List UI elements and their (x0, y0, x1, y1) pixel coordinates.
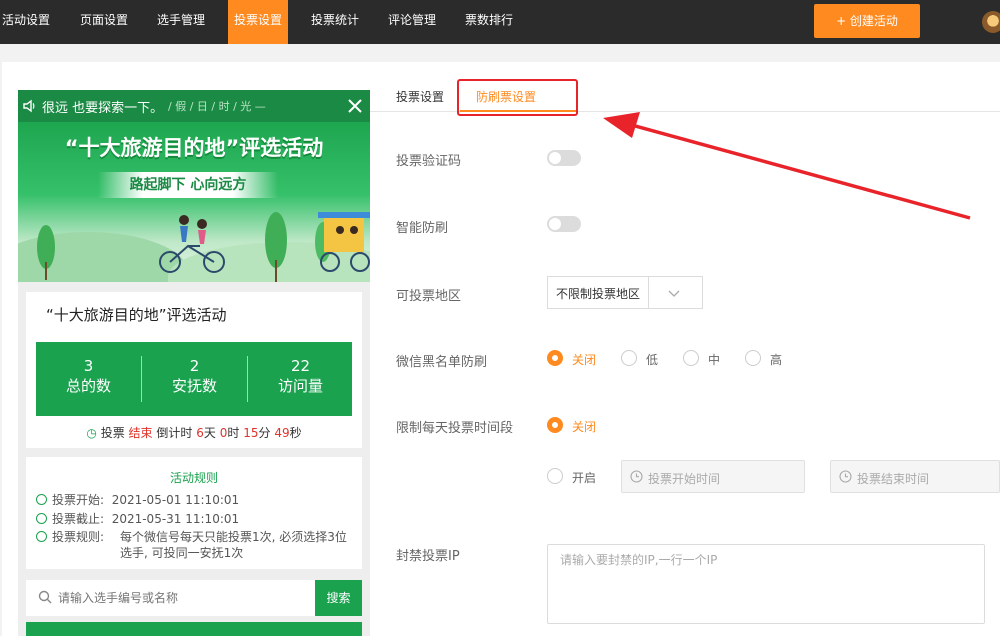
start-time-placeholder: 投票开始时间 (648, 472, 721, 486)
speaker-icon[interactable] (22, 98, 38, 114)
region-label: 可投票地区 (396, 289, 462, 304)
start-time-input[interactable]: 投票开始时间 (621, 460, 805, 493)
stat-visits: 22 访问量 (248, 356, 353, 396)
rule-desc-label: 投票规则: (52, 530, 105, 544)
search-bar: 搜索 (26, 580, 362, 616)
region-select[interactable]: 不限制投票地区 (547, 276, 703, 309)
countdown-minutes: 15 (243, 426, 259, 440)
countdown-prefix: 投票 (100, 426, 125, 440)
music-title: 很远 也要探索一下。 (42, 101, 164, 116)
end-time-placeholder: 投票结束时间 (857, 472, 930, 486)
countdown-hours-unit: 时 (227, 426, 240, 440)
phone-bottom-strip (26, 622, 362, 636)
ip-ban-label: 封禁投票IP (396, 549, 460, 564)
rule-desc-value: 每个微信号每天只能投票1次, 必须选择3位选手, 可投同一安抚1次 (120, 530, 347, 560)
countdown-status: 结束 (128, 426, 153, 440)
chevron-down-icon[interactable] (667, 286, 681, 300)
blacklist-radio-medium[interactable] (683, 350, 699, 366)
blacklist-radio-off-label: 关闭 (572, 353, 597, 367)
region-select-value: 不限制投票地区 (556, 287, 641, 301)
avatar[interactable] (982, 11, 1000, 33)
nav-item-contestant-management[interactable]: 选手管理 (157, 0, 205, 44)
stats-card: “十大旅游目的地”评选活动 3 总的数 2 安抚数 22 访问量 ◷ 投票 结束… (26, 292, 362, 448)
nav-item-vote-ranking[interactable]: 票数排行 (465, 0, 513, 44)
blacklist-radio-low-label: 低 (646, 353, 659, 367)
clock-icon (630, 470, 643, 483)
countdown-seconds: 49 (274, 426, 290, 440)
nav-item-vote-stats[interactable]: 投票统计 (311, 0, 359, 44)
rule-start-label: 投票开始: (52, 493, 105, 507)
timespan-radio-on-label: 开启 (572, 471, 597, 485)
rules-card: 活动规则 投票开始: 2021-05-01 11:10:01 投票截止: 202… (26, 457, 362, 569)
stats-box: 3 总的数 2 安抚数 22 访问量 (36, 342, 352, 416)
blacklist-label: 微信黑名单防刷 (396, 355, 488, 370)
rule-start: 投票开始: 2021-05-01 11:10:01 (36, 491, 239, 508)
event-title: “十大旅游目的地”评选活动 (46, 306, 227, 324)
end-time-input[interactable]: 投票结束时间 (830, 460, 1000, 493)
countdown-seconds-unit: 秒 (289, 426, 302, 440)
clock-icon (839, 470, 852, 483)
countdown: ◷ 投票 结束 倒计时 6天 0时 15分 49秒 (26, 424, 362, 441)
ip-ban-textarea[interactable] (547, 544, 985, 624)
clock-icon: ◷ (86, 426, 97, 440)
create-activity-button[interactable]: + 创建活动 (814, 4, 920, 38)
rule-end: 投票截止: 2021-05-31 11:10:01 (36, 510, 239, 527)
countdown-days: 6 (196, 426, 204, 440)
stat-comfort-value: 2 (189, 357, 200, 375)
blacklist-radio-high-label: 高 (770, 353, 783, 367)
captcha-toggle[interactable] (547, 150, 581, 166)
banner-illustration (37, 212, 370, 282)
smart-anti-fraud-label: 智能防刷 (396, 221, 449, 236)
countdown-label: 倒计时 (156, 426, 193, 440)
blacklist-radio-low[interactable] (621, 350, 637, 366)
smart-anti-fraud-toggle[interactable] (547, 216, 581, 232)
phone-preview: 很远 也要探索一下。 / 假 / 日 / 时 / 光 — “十大旅游目的地”评选… (18, 90, 370, 636)
search-button[interactable]: 搜索 (315, 580, 362, 616)
timespan-radio-off-label: 关闭 (572, 420, 597, 434)
clock-icon (36, 531, 47, 542)
blacklist-radio-high[interactable] (745, 350, 761, 366)
captcha-label: 投票验证码 (396, 154, 462, 169)
close-icon[interactable] (346, 97, 364, 115)
countdown-minutes-unit: 分 (258, 426, 271, 440)
nav-item-comment-management[interactable]: 评论管理 (388, 0, 436, 44)
clock-icon (36, 513, 47, 524)
stat-visits-label: 访问量 (277, 377, 323, 395)
stat-visits-value: 22 (290, 357, 311, 375)
nav-item-vote-settings[interactable]: 投票设置 (228, 0, 289, 44)
search-input[interactable] (58, 588, 308, 608)
countdown-days-unit: 天 (203, 426, 216, 440)
nav-item-activity-settings[interactable]: 活动设置 (2, 0, 50, 44)
divider (648, 277, 649, 308)
rules-title: 活动规则 (169, 471, 218, 485)
nav-item-page-settings[interactable]: 页面设置 (80, 0, 128, 44)
rule-end-value: 2021-05-31 11:10:01 (111, 512, 240, 526)
timespan-radio-on[interactable] (547, 468, 563, 484)
rule-start-value: 2021-05-01 11:10:01 (111, 493, 240, 507)
rule-end-label: 投票截止: (52, 512, 105, 526)
stat-comfort: 2 安抚数 (142, 356, 247, 396)
stat-comfort-label: 安抚数 (171, 377, 217, 395)
annotation-highlight-box (457, 79, 578, 116)
top-nav: 活动设置 页面设置 选手管理 投票设置 投票统计 评论管理 票数排行 + 创建活… (0, 0, 1000, 44)
tab-vote-settings[interactable]: 投票设置 (396, 88, 444, 105)
music-bar: 很远 也要探索一下。 / 假 / 日 / 时 / 光 — (18, 90, 370, 122)
blacklist-radio-off[interactable] (547, 350, 563, 366)
stat-total: 3 总的数 (36, 356, 141, 396)
timespan-label: 限制每天投票时间段 (396, 421, 514, 436)
music-subtitle: / 假 / 日 / 时 / 光 — (168, 100, 266, 113)
stat-total-label: 总的数 (65, 377, 111, 395)
clock-icon (36, 494, 47, 505)
blacklist-radio-medium-label: 中 (708, 353, 721, 367)
search-icon (38, 590, 52, 604)
stat-total-value: 3 (83, 357, 94, 375)
banner-image: “十大旅游目的地”评选活动 路起脚下 心向远方 (18, 122, 370, 282)
timespan-radio-off[interactable] (547, 417, 563, 433)
